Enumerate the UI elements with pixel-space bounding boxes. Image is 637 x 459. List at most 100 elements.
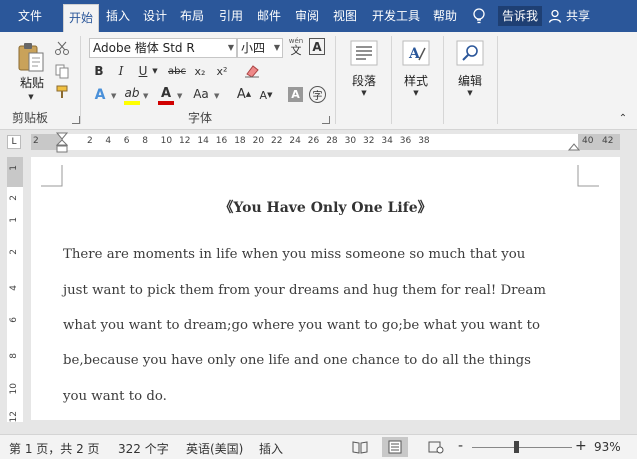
underline-dropdown-icon[interactable]: ▼ <box>150 63 160 79</box>
word-count[interactable]: 322 个字 <box>118 440 169 457</box>
font-size-select[interactable]: 小四 ▼ <box>237 38 283 58</box>
enclose-characters-button[interactable]: 字 <box>309 86 326 103</box>
grow-font-label: A <box>236 86 246 102</box>
ruler-number: 12 <box>179 136 191 146</box>
superscript-button[interactable]: x² <box>214 63 230 79</box>
paragraph-icon[interactable] <box>350 40 378 66</box>
crop-mark-top-left <box>41 165 63 187</box>
tab-file[interactable]: 文件 <box>8 0 52 32</box>
cut-icon[interactable] <box>54 40 70 56</box>
font-group-label: 字体 <box>188 111 213 125</box>
phonetic-char: 文 <box>290 44 302 57</box>
search-icon[interactable] <box>456 40 484 66</box>
language-indicator[interactable]: 英语(美国) <box>186 440 243 457</box>
highlight-button[interactable]: ab <box>124 85 140 101</box>
tab-developer[interactable]: 开发工具 <box>367 0 425 32</box>
ruler-number: 20 <box>252 136 265 146</box>
document-page[interactable]: 《You Have Only One Life》 There are momen… <box>31 157 620 420</box>
strikethrough-button[interactable]: abc <box>166 63 188 79</box>
ruler-number: 14 <box>197 136 209 146</box>
italic-button[interactable]: I <box>114 63 128 79</box>
tab-insert[interactable]: 插入 <box>102 0 134 32</box>
font-color-swatch <box>158 101 174 105</box>
print-layout-button[interactable] <box>382 437 408 457</box>
tab-references[interactable]: 引用 <box>215 0 247 32</box>
paste-dropdown-icon[interactable]: ▼ <box>24 92 38 102</box>
body-line[interactable]: be,because you have only one life and on… <box>63 353 531 368</box>
tab-home[interactable]: 开始 <box>63 4 99 32</box>
chevron-down-icon[interactable]: ▼ <box>214 92 219 100</box>
vertical-ruler-number: 2 <box>9 249 19 255</box>
person-icon <box>548 9 562 23</box>
tab-selector[interactable]: L <box>7 135 21 149</box>
styles-icon[interactable]: A <box>402 40 430 66</box>
document-title[interactable]: 《You Have Only One Life》 <box>31 197 620 217</box>
editing-label: 编辑 <box>457 74 482 88</box>
zoom-slider-thumb[interactable] <box>514 441 519 453</box>
paste-icon[interactable] <box>16 40 46 74</box>
clipboard-launcher-icon[interactable] <box>72 116 80 124</box>
zoom-slider-track[interactable] <box>472 447 572 448</box>
tab-mailings[interactable]: 邮件 <box>253 0 285 32</box>
tell-me-box[interactable]: 告诉我 <box>498 6 543 26</box>
chevron-down-icon[interactable]: ▼ <box>177 92 182 100</box>
change-case-button[interactable]: Aa <box>190 86 212 102</box>
share-button[interactable]: 共享 <box>548 0 590 32</box>
page-count[interactable]: 第 1 页，共 2 页 <box>9 440 100 457</box>
ruler-number: 10 <box>160 136 173 146</box>
tab-layout[interactable]: 布局 <box>176 0 208 32</box>
font-name-select[interactable]: Adobe 楷体 Std R ▼ <box>89 38 237 58</box>
ruler-number: 36 <box>399 136 412 146</box>
font-name-value: Adobe 楷体 Std R <box>93 41 195 55</box>
chevron-down-icon[interactable]: ▼ <box>358 88 370 98</box>
collapse-ribbon-icon[interactable]: ⌃ <box>617 112 629 124</box>
underline-button[interactable]: U <box>136 63 150 79</box>
lightbulb-icon[interactable] <box>472 8 486 24</box>
shrink-font-button[interactable]: A ▼ <box>258 88 274 102</box>
right-indent-marker-icon[interactable] <box>568 141 580 151</box>
chevron-down-icon[interactable]: ▼ <box>143 92 148 100</box>
body-line[interactable]: There are moments in life when you miss … <box>63 247 525 262</box>
text-effects-button[interactable]: A <box>92 86 108 104</box>
body-line[interactable]: just want to pick them from your dreams … <box>63 283 546 298</box>
paragraph-label: 段落 <box>351 74 376 88</box>
ruler-number: 42 <box>602 136 614 146</box>
zoom-out-button[interactable]: - <box>458 438 463 454</box>
copy-icon[interactable] <box>54 63 70 79</box>
chevron-down-icon[interactable]: ▼ <box>464 88 476 98</box>
font-launcher-icon[interactable] <box>322 116 330 124</box>
tab-design[interactable]: 设计 <box>139 0 171 32</box>
read-mode-icon[interactable] <box>352 440 368 454</box>
zoom-level[interactable]: 93% <box>594 440 621 454</box>
indent-marker-icon[interactable] <box>56 132 68 154</box>
chevron-down-icon: ▼ <box>227 43 234 52</box>
character-shading-button[interactable]: A <box>288 87 303 102</box>
format-painter-icon[interactable] <box>54 84 70 100</box>
vertical-ruler[interactable]: 1 2 1 2 4 6 8 10 12 <box>7 157 23 422</box>
font-color-button[interactable]: A <box>158 85 174 101</box>
body-line[interactable]: what you want to dream;go where you want… <box>63 318 540 333</box>
insert-mode[interactable]: 插入 <box>259 440 283 457</box>
chevron-down-icon[interactable]: ▼ <box>410 88 422 98</box>
horizontal-ruler[interactable]: 2 2 4 6 8 10 12 14 16 18 20 22 24 26 28 30 32 34 36 38 40 42 <box>31 132 620 153</box>
ruler-number: 32 <box>363 136 375 146</box>
character-border-button[interactable]: A <box>309 38 325 55</box>
vertical-ruler-number: 2 <box>9 195 19 201</box>
bold-button[interactable]: B <box>92 63 106 79</box>
tab-review[interactable]: 审阅 <box>291 0 323 32</box>
web-layout-icon[interactable] <box>428 440 444 454</box>
ruler-number: 6 <box>123 136 130 146</box>
grow-font-button[interactable]: A ▲ <box>236 86 252 102</box>
clear-formatting-icon[interactable] <box>244 64 260 78</box>
phonetic-guide-button[interactable]: wén 文 <box>286 36 306 58</box>
tab-help[interactable]: 帮助 <box>428 0 462 32</box>
subscript-button[interactable]: x₂ <box>192 63 208 79</box>
tab-view[interactable]: 视图 <box>329 0 361 32</box>
print-layout-icon <box>388 440 402 454</box>
zoom-in-button[interactable]: + <box>575 438 587 454</box>
font-size-value: 小四 <box>241 41 266 55</box>
shrink-font-label: A <box>259 88 268 102</box>
chevron-down-icon[interactable]: ▼ <box>111 92 116 100</box>
paste-label[interactable]: 粘贴 <box>14 74 50 91</box>
body-line[interactable]: you want to do. <box>63 389 167 404</box>
